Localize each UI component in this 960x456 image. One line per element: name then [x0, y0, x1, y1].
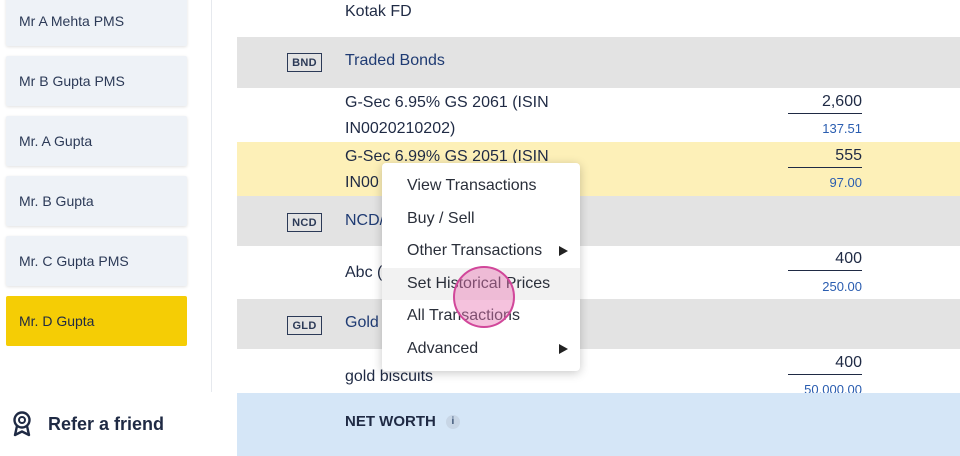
refer-a-friend-link[interactable]: Refer a friend [0, 392, 212, 456]
info-icon[interactable]: i [445, 414, 460, 429]
holding-value: 400 [788, 250, 862, 271]
client-item-mr-a-mehta-pms[interactable]: Mr A Mehta PMS [6, 0, 187, 46]
category-row-ncd[interactable]: NCD NCD/ [237, 196, 960, 246]
holding-value: 555 [788, 147, 862, 168]
holding-value: 400 [788, 354, 862, 375]
menu-item-label: Advanced [407, 339, 479, 357]
menu-item-buy-sell[interactable]: Buy / Sell [382, 203, 580, 236]
client-sidebar: Mr A Mehta PMS Mr B Gupta PMS Mr. A Gupt… [0, 0, 212, 456]
net-worth-text: NET WORTH [345, 413, 436, 430]
menu-item-set-historical-prices[interactable]: Set Historical Prices [382, 267, 580, 300]
category-tag-gld: GLD [287, 316, 322, 335]
menu-item-label: View Transactions [407, 177, 537, 195]
holding-price[interactable]: 250.00 [788, 279, 862, 294]
menu-item-label: All Transactions [407, 307, 520, 325]
menu-item-advanced[interactable]: Advanced [382, 333, 580, 366]
category-label: Traded Bonds [345, 52, 445, 69]
submenu-arrow-icon [559, 343, 568, 354]
net-worth-row: NET WORTH i [237, 393, 960, 456]
net-worth-label: NET WORTH i [345, 413, 460, 430]
menu-item-label: Other Transactions [407, 242, 543, 260]
category-row-traded-bonds[interactable]: BND Traded Bonds [237, 37, 960, 88]
table-row[interactable]: Abc ( 400 250.00 [237, 246, 960, 299]
holding-name-line2: IN0020210202) [345, 120, 456, 137]
holding-value: 2,600 [788, 93, 862, 114]
category-tag-bnd: BND [287, 53, 322, 72]
holding-price[interactable]: 50,000.00 [788, 382, 862, 393]
menu-item-view-transactions[interactable]: View Transactions [382, 170, 580, 203]
category-label: NCD/ [345, 212, 385, 229]
menu-item-other-transactions[interactable]: Other Transactions [382, 235, 580, 268]
submenu-arrow-icon [559, 246, 568, 256]
client-item-mr-b-gupta[interactable]: Mr. B Gupta [6, 176, 187, 226]
menu-item-all-transactions[interactable]: All Transactions [382, 300, 580, 333]
category-tag-ncd: NCD [287, 213, 322, 232]
category-row-gold[interactable]: GLD Gold [237, 299, 960, 349]
refer-a-friend-label: Refer a friend [48, 413, 165, 434]
category-label: Gold [345, 314, 379, 331]
table-row-selected[interactable]: G-Sec 6.99% GS 2051 (ISIN IN00 555 97.00 [237, 142, 960, 196]
award-badge-icon [10, 410, 34, 438]
client-item-mr-c-gupta-pms[interactable]: Mr. C Gupta PMS [6, 236, 187, 286]
client-item-mr-b-gupta-pms[interactable]: Mr B Gupta PMS [6, 56, 187, 106]
client-item-mr-d-gupta[interactable]: Mr. D Gupta [6, 296, 187, 346]
holding-price[interactable]: 137.51 [788, 121, 862, 136]
holding-name: Kotak FD [345, 3, 412, 20]
holding-price[interactable]: 97.00 [788, 175, 862, 190]
table-row[interactable]: gold biscuits 400 50,000.00 [237, 349, 960, 393]
holdings-table: Kotak FD BND Traded Bonds G-Sec 6.95% GS… [237, 0, 960, 456]
menu-item-label: Set Historical Prices [407, 274, 551, 292]
table-row[interactable]: G-Sec 6.95% GS 2061 (ISIN IN0020210202) … [237, 88, 960, 142]
client-item-mr-a-gupta[interactable]: Mr. A Gupta [6, 116, 187, 166]
holding-name-line1: G-Sec 6.95% GS 2061 (ISIN [345, 94, 549, 111]
context-menu: View Transactions Buy / Sell Other Trans… [382, 163, 580, 371]
holding-name: Abc ( [345, 264, 383, 281]
holding-name-line2: IN00 [345, 174, 379, 191]
table-row[interactable]: Kotak FD [237, 0, 960, 37]
menu-item-label: Buy / Sell [407, 209, 475, 227]
